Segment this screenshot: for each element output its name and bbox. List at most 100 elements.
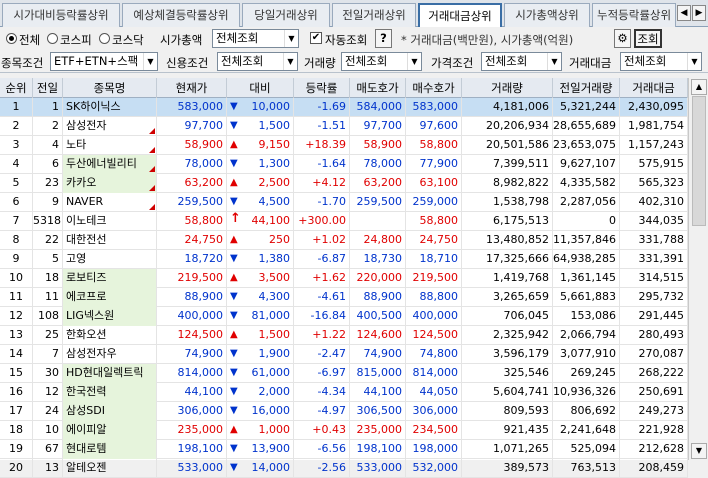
ask-price-cell: 235,000 bbox=[350, 421, 406, 440]
ask-price-cell: 220,000 bbox=[350, 269, 406, 288]
rate-cell: -6.87 bbox=[294, 250, 350, 269]
header-ask[interactable]: 매도호가 bbox=[350, 78, 406, 98]
tab-trading-amount[interactable]: 거래대금상위 bbox=[418, 3, 502, 28]
prev-rank-cell: 108 bbox=[33, 307, 63, 326]
rate-cell: -4.34 bbox=[294, 383, 350, 402]
tab-scroll-left-button[interactable]: ◀ bbox=[677, 5, 691, 21]
price-cell: 583,000 bbox=[157, 98, 227, 117]
amount-cell: 344,035 bbox=[620, 212, 688, 231]
header-price[interactable]: 현재가 bbox=[157, 78, 227, 98]
ask-price-cell: 97,700 bbox=[350, 117, 406, 136]
prev-volume-cell: 1,361,145 bbox=[553, 269, 620, 288]
table-row[interactable]: 20 13 알테오젠 533,000 14,000 ▼ -2.56 533,000 532,00… bbox=[0, 459, 688, 478]
radio-kospi[interactable] bbox=[47, 33, 58, 44]
price-cell: 259,500 bbox=[157, 193, 227, 212]
header-amount[interactable]: 거래대금 bbox=[620, 78, 688, 98]
rank-cell: 11 bbox=[0, 288, 33, 307]
amount-cell: 1,157,243 bbox=[620, 136, 688, 155]
tab-market-cap[interactable]: 시가총액상위 bbox=[504, 3, 590, 27]
search-button[interactable]: 조회 bbox=[634, 29, 662, 48]
tab-cumulative-rate[interactable]: 누적등락률상위 bbox=[592, 3, 676, 27]
tab-expected-rate[interactable]: 예상체결등락률상위 bbox=[122, 3, 240, 27]
prev-rank-cell: 23 bbox=[33, 174, 63, 193]
table-row[interactable]: 3 4 노타 58,900 9,150 ▲ +18.39 58,900 58,800 20,501… bbox=[0, 136, 688, 155]
price-cell: 97,700 bbox=[157, 117, 227, 136]
table-row[interactable]: 1 1 SK하이닉스 583,000 10,000 ▼ -1.69 584,000 583,00… bbox=[0, 98, 688, 117]
change-cell: 9,150 ▲ bbox=[227, 136, 294, 155]
vertical-scrollbar[interactable]: ▲ ▼ bbox=[688, 78, 708, 460]
table-row[interactable]: 14 7 삼성전자우 74,900 1,900 ▼ -2.47 74,900 74,800 3,5… bbox=[0, 345, 688, 364]
header-rate[interactable]: 등락률 bbox=[294, 78, 350, 98]
price-cond-select[interactable]: 전체조회 ▼ bbox=[481, 52, 562, 71]
credit-select[interactable]: 전체조회 ▼ bbox=[217, 52, 298, 71]
tab-today-volume[interactable]: 당일거래상위 bbox=[242, 3, 330, 27]
prev-rank-cell: 67 bbox=[33, 440, 63, 459]
table-row[interactable]: 16 12 한국전력 44,100 2,000 ▼ -4.34 44,100 44,050 5,6… bbox=[0, 383, 688, 402]
table-row[interactable]: 4 6 두산에너빌리티 78,000 1,300 ▼ -1.64 78,000 77,900 7,… bbox=[0, 155, 688, 174]
prev-volume-cell: 269,245 bbox=[553, 364, 620, 383]
settings-button[interactable]: ⚙ bbox=[614, 29, 631, 48]
mcap-select[interactable]: 전체조회 ▼ bbox=[212, 29, 299, 48]
ask-price-cell: 533,000 bbox=[350, 459, 406, 478]
radio-all[interactable] bbox=[6, 33, 17, 44]
amount-cond-select[interactable]: 전체조회 ▼ bbox=[620, 52, 702, 71]
price-cell: 219,500 bbox=[157, 269, 227, 288]
table-row[interactable]: 9 5 고영 18,720 1,380 ▼ -6.87 18,730 18,710 17,325,… bbox=[0, 250, 688, 269]
table-row[interactable]: 6 9 NAVER 259,500 4,500 ▼ -1.70 259,500 259,000 1… bbox=[0, 193, 688, 212]
scroll-down-button[interactable]: ▼ bbox=[691, 443, 707, 459]
radio-kosdaq[interactable] bbox=[99, 33, 110, 44]
tab-open-vs-rate[interactable]: 시가대비등락률상위 bbox=[2, 3, 120, 27]
table-row[interactable]: 10 18 로보티즈 219,500 3,500 ▲ +1.62 220,000 219,500… bbox=[0, 269, 688, 288]
prev-rank-cell: 2 bbox=[33, 117, 63, 136]
scroll-thumb[interactable] bbox=[692, 96, 706, 226]
tab-prev-volume[interactable]: 전일거래상위 bbox=[332, 3, 416, 27]
header-volume[interactable]: 거래량 bbox=[462, 78, 553, 98]
item-cond-value: ETF+ETN+스팩 bbox=[54, 54, 139, 68]
up-triangle-icon: ▲ bbox=[230, 424, 238, 435]
down-triangle-icon: ▼ bbox=[230, 310, 238, 321]
volume-select[interactable]: 전체조회 ▼ bbox=[341, 52, 422, 71]
item-cond-select[interactable]: ETF+ETN+스팩 ▼ bbox=[50, 52, 158, 71]
header-rank[interactable]: 순위 bbox=[0, 78, 33, 98]
down-triangle-icon: ▼ bbox=[230, 462, 238, 473]
auto-query-checkbox[interactable]: ✔ bbox=[310, 32, 322, 44]
prev-rank-cell: 12 bbox=[33, 383, 63, 402]
mcap-select-value: 전체조회 bbox=[216, 31, 259, 45]
table-row[interactable]: 15 30 HD현대일렉트릭 814,000 61,000 ▼ -6.97 815,000 81… bbox=[0, 364, 688, 383]
table-row[interactable]: 18 10 에이피알 235,000 1,000 ▲ +0.43 235,000 234,500… bbox=[0, 421, 688, 440]
price-cell: 78,000 bbox=[157, 155, 227, 174]
header-name[interactable]: 종목명 bbox=[63, 78, 157, 98]
change-cell: 16,000 ▼ bbox=[227, 402, 294, 421]
help-button[interactable]: ? bbox=[375, 29, 392, 48]
table-row[interactable]: 7 5318 이노테크 58,800 44,100 ↑ +300.00 58,800 6,175… bbox=[0, 212, 688, 231]
header-bid[interactable]: 매수호가 bbox=[406, 78, 462, 98]
prev-volume-cell: 806,692 bbox=[553, 402, 620, 421]
table-row[interactable]: 11 11 에코프로 88,900 4,300 ▼ -4.61 88,900 88,800 3,2… bbox=[0, 288, 688, 307]
table-row[interactable]: 2 2 삼성전자 97,700 1,500 ▼ -1.51 97,700 97,600 20,20… bbox=[0, 117, 688, 136]
stock-name-cell: 삼성SDI bbox=[63, 402, 157, 421]
header-prev-volume[interactable]: 전일거래량 bbox=[553, 78, 620, 98]
amount-cell: 208,459 bbox=[620, 459, 688, 478]
volume-cell: 1,538,798 bbox=[462, 193, 553, 212]
rate-cell: +0.43 bbox=[294, 421, 350, 440]
volume-cell: 8,982,822 bbox=[462, 174, 553, 193]
tab-scroll-right-button[interactable]: ▶ bbox=[692, 5, 706, 21]
price-cell: 58,800 bbox=[157, 212, 227, 231]
bid-price-cell: 74,800 bbox=[406, 345, 462, 364]
prev-volume-cell: 153,086 bbox=[553, 307, 620, 326]
price-cell: 44,100 bbox=[157, 383, 227, 402]
mcap-label: 시가총액 bbox=[160, 33, 203, 47]
header-change[interactable]: 대비 bbox=[227, 78, 294, 98]
ranking-table[interactable]: 순위 전일 종목명 현재가 대비 등락률 매도호가 매수호가 거래량 전일거래량 거래대금 1 1 SK… bbox=[0, 78, 708, 478]
table-row[interactable]: 5 23 카카오 63,200 2,500 ▲ +4.12 63,200 63,100 8,982… bbox=[0, 174, 688, 193]
table-row[interactable]: 12 108 LIG넥스원 400,000 81,000 ▼ -16.84 400,500 40… bbox=[0, 307, 688, 326]
scroll-up-button[interactable]: ▲ bbox=[691, 79, 707, 95]
table-row[interactable]: 17 24 삼성SDI 306,000 16,000 ▼ -4.97 306,500 306,0… bbox=[0, 402, 688, 421]
table-row[interactable]: 8 22 대한전선 24,750 250 ▲ +1.02 24,800 24,750 13,480… bbox=[0, 231, 688, 250]
prev-rank-cell: 11 bbox=[33, 288, 63, 307]
table-row[interactable]: 13 25 한화오션 124,500 1,500 ▲ +1.22 124,600 124,500… bbox=[0, 326, 688, 345]
rank-cell: 2 bbox=[0, 117, 33, 136]
ask-price-cell: 18,730 bbox=[350, 250, 406, 269]
header-prev-rank[interactable]: 전일 bbox=[33, 78, 63, 98]
table-row[interactable]: 19 67 현대로템 198,100 13,900 ▼ -6.56 198,100 198,00… bbox=[0, 440, 688, 459]
